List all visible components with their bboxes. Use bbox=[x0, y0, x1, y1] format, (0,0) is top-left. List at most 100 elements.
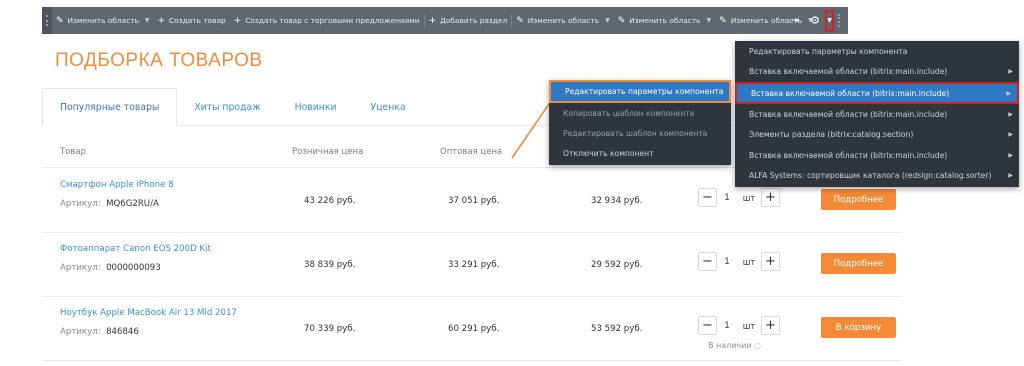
details-button[interactable]: Подробнее bbox=[821, 253, 896, 274]
pencil-icon: ✎ bbox=[56, 15, 64, 26]
plus-icon: + bbox=[233, 15, 242, 26]
menu-item-catalog-section[interactable]: Элементы раздела (bitrix:catalog.section… bbox=[735, 125, 1019, 146]
minus-button[interactable]: − bbox=[698, 252, 717, 271]
article-value: 846846 bbox=[106, 327, 139, 337]
minus-button[interactable]: − bbox=[698, 316, 717, 335]
wholesale-price: 60 291 руб. bbox=[448, 324, 500, 334]
pencil-icon: ✎ bbox=[516, 15, 524, 26]
column-header-retail: Розничная цена bbox=[292, 147, 364, 157]
quantity-value[interactable]: 1 bbox=[717, 321, 737, 331]
toolbar-edit-area-2[interactable]: ✎ Изменить область ▼ bbox=[512, 7, 613, 34]
plus-icon: + bbox=[428, 15, 437, 26]
menu-item-label: Вставка включаемой области (bitrix:main.… bbox=[749, 67, 948, 77]
settings-dropdown-button[interactable]: ▼ bbox=[825, 9, 834, 32]
product-link[interactable]: Фотоаппарат Canon EOS 200D Kit bbox=[60, 244, 211, 254]
quantity-value[interactable]: 1 bbox=[717, 257, 737, 267]
tab-bestsellers[interactable]: Хиты продаж bbox=[177, 88, 277, 126]
add-to-cart-button[interactable]: В корзину bbox=[821, 317, 896, 338]
pencil-icon: ✎ bbox=[617, 15, 626, 26]
chevron-right-icon: ▶ bbox=[1008, 172, 1013, 180]
toolbar-edit-area-3[interactable]: ✎ Изменить область ▼ bbox=[614, 7, 715, 34]
plus-button[interactable]: + bbox=[761, 188, 780, 207]
quantity-stepper: − 1 шт + bbox=[698, 188, 780, 207]
article-label: Артикул: bbox=[60, 199, 101, 209]
chevron-down-icon: ▼ bbox=[144, 17, 150, 24]
toolbar-item-label: Изменить область bbox=[527, 16, 600, 25]
chevron-right-icon: ▶ bbox=[1008, 131, 1013, 139]
retail-price: 43 226 руб. bbox=[304, 196, 356, 206]
menu-item-label: Вставка включаемой области (bitrix:main.… bbox=[749, 109, 948, 119]
toolbar-item-label: Добавить раздел bbox=[440, 16, 508, 25]
menu-item-edit-params[interactable]: Редактировать параметры компонента bbox=[735, 41, 1019, 62]
chevron-down-icon: ▼ bbox=[827, 17, 832, 24]
toolbar-add-section[interactable]: + Добавить раздел bbox=[425, 7, 512, 34]
price-3: 53 592 руб. bbox=[591, 324, 643, 334]
menu-item-edit-params[interactable]: Редактировать параметры компонента bbox=[549, 80, 731, 103]
table-row: Фотоаппарат Canon EOS 200D Kit Артикул: … bbox=[42, 233, 902, 297]
plus-icon: + bbox=[157, 15, 166, 26]
admin-toolbar: ✎ Изменить область ▼ + Создать товар + С… bbox=[42, 7, 848, 34]
chevron-right-icon: ▶ bbox=[1006, 89, 1011, 97]
article-value: 0000000093 bbox=[106, 263, 161, 273]
column-header-wholesale: Оптовая цена bbox=[440, 147, 503, 157]
column-header-product: Товар bbox=[60, 147, 87, 157]
wholesale-price: 33 291 руб. bbox=[448, 260, 500, 270]
availability-label: В наличии bbox=[708, 341, 752, 350]
chevron-right-icon: ▶ bbox=[1008, 110, 1013, 118]
toolbar-drag-handle[interactable] bbox=[42, 7, 52, 34]
chevron-down-icon: ▼ bbox=[706, 17, 712, 24]
tab-new[interactable]: Новинки bbox=[278, 88, 354, 126]
areas-context-menu: Редактировать параметры компонента Встав… bbox=[735, 41, 1019, 187]
toolbar-item-label: Изменить область bbox=[67, 16, 139, 25]
details-button[interactable]: Подробнее bbox=[821, 189, 896, 210]
plus-button[interactable]: + bbox=[761, 252, 780, 271]
chevron-right-icon: ▶ bbox=[1008, 151, 1013, 159]
quantity-unit: шт bbox=[742, 256, 756, 267]
quantity-unit: шт bbox=[742, 320, 756, 331]
menu-item-edit-template[interactable]: Редактировать шаблон компонента bbox=[549, 123, 731, 143]
gear-icon[interactable]: ⚙ bbox=[805, 11, 825, 31]
menu-item-include-area[interactable]: Вставка включаемой области (bitrix:main.… bbox=[735, 104, 1019, 125]
product-link[interactable]: Ноутбук Apple MacBook Air 13 Mid 2017 bbox=[60, 308, 237, 318]
menu-item-include-area-active[interactable]: Вставка включаемой области (bitrix:main.… bbox=[735, 82, 1019, 104]
menu-item-label: ALFA Systems: сортировщик каталога (reds… bbox=[749, 171, 992, 181]
tab-popular[interactable]: Популярные товары bbox=[42, 88, 178, 126]
toolbar-item-label: Создать товар bbox=[169, 16, 226, 25]
price-3: 32 934 руб. bbox=[591, 196, 643, 206]
toolbar-item-label: Создать товар с торговыми предложениями bbox=[245, 16, 420, 25]
minus-button[interactable]: − bbox=[698, 188, 717, 207]
article-label: Артикул: bbox=[60, 327, 101, 337]
check-circle-icon: ◌ bbox=[754, 341, 762, 350]
chevron-right-icon: ▶ bbox=[1008, 68, 1013, 76]
toolbar-drag-handle-right[interactable] bbox=[838, 14, 844, 27]
wholesale-price: 37 051 руб. bbox=[448, 196, 500, 206]
quantity-stepper: − 1 шт + bbox=[698, 252, 780, 271]
product-link[interactable]: Смартфон Apple iPhone 8 bbox=[60, 180, 174, 190]
menu-item-label: Элементы раздела (bitrix:catalog.section… bbox=[749, 130, 914, 140]
menu-item-disable-component[interactable]: Отключить компонент bbox=[549, 143, 731, 163]
plus-button[interactable]: + bbox=[761, 316, 780, 335]
table-row: Ноутбук Apple MacBook Air 13 Mid 2017 Ар… bbox=[42, 297, 902, 361]
retail-price: 70 339 руб. bbox=[304, 324, 356, 334]
product-article: Артикул: 846846 bbox=[60, 327, 139, 337]
availability-status: В наличии ◌ bbox=[708, 341, 761, 350]
component-context-menu: Редактировать параметры компонента Копир… bbox=[549, 80, 731, 165]
quantity-value[interactable]: 1 bbox=[717, 193, 737, 203]
toolbar-create-product[interactable]: + Создать товар bbox=[153, 7, 229, 34]
toolbar-edit-area-1[interactable]: ✎ Изменить область ▼ bbox=[52, 7, 153, 34]
menu-item-label: Вставка включаемой области (bitrix:main.… bbox=[749, 150, 948, 160]
pencil-icon: ✎ bbox=[719, 15, 727, 26]
quantity-stepper: − 1 шт + bbox=[698, 316, 780, 335]
toolbar-right-controls: ⇥ ⚙ ▼ bbox=[785, 7, 848, 34]
product-article: Артикул: MQ6G2RU/A bbox=[60, 199, 159, 209]
pin-icon[interactable]: ⇥ bbox=[785, 16, 805, 26]
product-article: Артикул: 0000000093 bbox=[60, 263, 161, 273]
menu-item-include-area[interactable]: Вставка включаемой области (bitrix:main.… bbox=[735, 62, 1019, 83]
toolbar-create-product-offers[interactable]: + Создать товар с торговыми предложениям… bbox=[230, 7, 424, 34]
tab-discount[interactable]: Уценка bbox=[354, 88, 423, 126]
menu-item-include-area[interactable]: Вставка включаемой области (bitrix:main.… bbox=[735, 145, 1019, 166]
toolbar-item-label: Изменить область bbox=[629, 16, 701, 25]
menu-item-copy-template[interactable]: Копировать шаблон компонента bbox=[549, 103, 731, 123]
menu-item-catalog-sorter[interactable]: ALFA Systems: сортировщик каталога (reds… bbox=[735, 166, 1019, 187]
price-3: 29 592 руб. bbox=[591, 260, 643, 270]
